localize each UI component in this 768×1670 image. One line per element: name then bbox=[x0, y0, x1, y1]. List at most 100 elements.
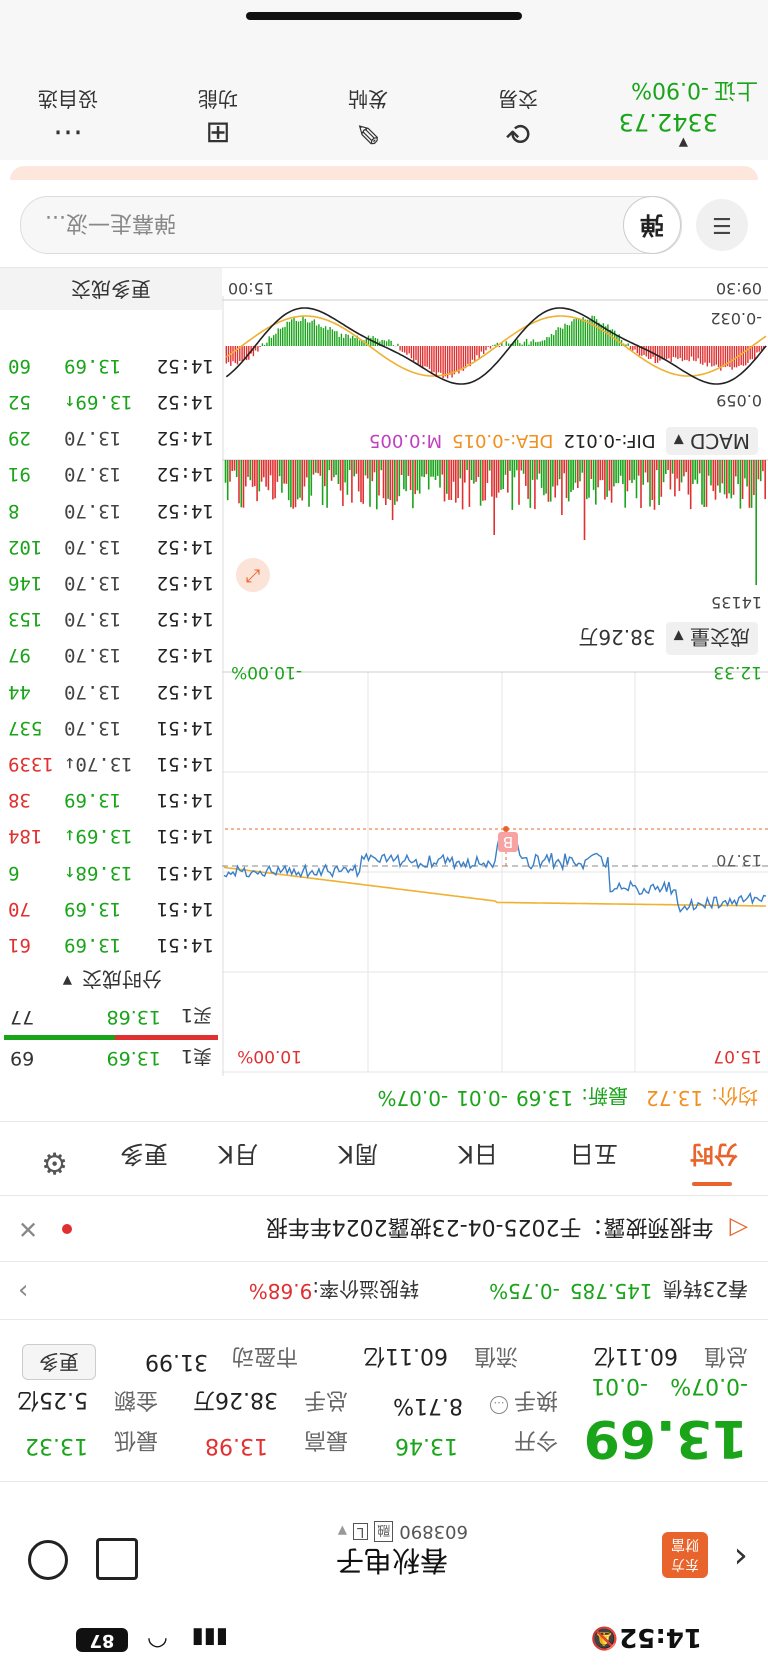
trade-price: 13.70 bbox=[64, 572, 122, 594]
index-widget[interactable]: ▼ 3342.73 上证 -0.90% bbox=[598, 76, 758, 150]
trade-volume: 44 bbox=[8, 680, 31, 703]
volume-bar bbox=[405, 460, 407, 492]
nav-watchlist[interactable]: ⋯ 设自选 bbox=[8, 86, 128, 150]
trade-time: 14:52 bbox=[156, 572, 214, 594]
nav-post[interactable]: ✎ 发帖 bbox=[308, 86, 428, 150]
volume-bar bbox=[507, 460, 509, 493]
volume-bar bbox=[753, 460, 755, 496]
info-icon[interactable]: … bbox=[490, 1396, 508, 1414]
back-arrow-icon[interactable]: ‹ bbox=[734, 1537, 748, 1578]
volume-bar bbox=[441, 460, 444, 475]
trades-header[interactable]: 分时成交 ▼ bbox=[0, 963, 222, 999]
volume-value: 38.26万 bbox=[193, 1387, 278, 1412]
volume-bar bbox=[622, 460, 624, 485]
volume-bar bbox=[376, 460, 378, 510]
volume-bar bbox=[755, 460, 757, 585]
nav-trade[interactable]: ⟳ 交易 bbox=[458, 86, 578, 150]
volume-bar bbox=[312, 460, 315, 475]
volume-bar bbox=[235, 460, 238, 478]
trade-volume: 60 bbox=[8, 354, 31, 377]
comment-list-icon[interactable]: ☰ bbox=[696, 199, 748, 251]
dropdown-icon[interactable]: ▼ bbox=[338, 1525, 347, 1539]
volume-bar bbox=[581, 460, 584, 473]
time-start: 09:30 bbox=[715, 279, 762, 298]
nav-function[interactable]: ⊞ 功能 bbox=[158, 86, 278, 150]
volume-bar bbox=[412, 460, 414, 509]
convertible-row[interactable]: 春23转债 145.785 -0.75% 转股溢价率: 9.68% › bbox=[18, 1266, 748, 1316]
volume-bar bbox=[418, 460, 421, 494]
trade-row: 14:51 13.69 38 bbox=[4, 782, 214, 818]
volume-bar bbox=[637, 460, 640, 476]
volume-bar bbox=[750, 460, 753, 508]
trade-volume: 184 bbox=[8, 825, 43, 848]
volume-bar bbox=[292, 460, 294, 509]
tab-week-k[interactable]: 周K bbox=[338, 1139, 378, 1174]
volume-bar bbox=[762, 460, 764, 472]
volume-bar bbox=[351, 460, 353, 503]
volume-bar bbox=[283, 460, 285, 484]
settings-icon[interactable]: ⚙ bbox=[41, 1145, 68, 1180]
volume-bar bbox=[626, 460, 629, 492]
trade-time: 14:52 bbox=[156, 608, 214, 631]
tab-intraday[interactable]: 分时 bbox=[690, 1139, 738, 1174]
volume-bar bbox=[647, 460, 649, 483]
status-time: 14:52 bbox=[619, 1622, 702, 1652]
volume-bar bbox=[362, 460, 364, 504]
cb-price: 145.785 bbox=[569, 1279, 653, 1303]
volume-bar bbox=[660, 460, 663, 497]
more-trades-button[interactable]: 更多成交 bbox=[0, 268, 222, 310]
volume-bar bbox=[525, 460, 527, 486]
volume-bar bbox=[369, 460, 371, 507]
volume-indicator-select[interactable]: 成交量 ▾ bbox=[665, 622, 758, 655]
volume-bar bbox=[726, 460, 728, 499]
volume-bar bbox=[344, 460, 346, 483]
volume-bar bbox=[423, 460, 425, 478]
trade-time: 14:51 bbox=[156, 716, 214, 739]
tab-more[interactable]: 更多 bbox=[120, 1139, 168, 1174]
volume-bar bbox=[561, 460, 563, 515]
trade-price: 13.69 bbox=[64, 934, 122, 956]
more-button[interactable]: 更多 bbox=[22, 1344, 96, 1380]
intraday-chart[interactable] bbox=[222, 296, 768, 1076]
chart-tabs: 分时 五日 日K 周K 月K 更多 ⚙ bbox=[0, 1124, 768, 1194]
dea-value: DEA:-0.015 bbox=[452, 430, 554, 452]
macd-indicator-select[interactable]: MACD ▾ bbox=[665, 427, 758, 455]
trade-volume: 6 bbox=[8, 861, 20, 884]
danmu-toggle[interactable]: 弹 bbox=[623, 196, 681, 254]
volume-bar bbox=[721, 460, 724, 484]
close-icon[interactable]: ✕ bbox=[18, 1215, 38, 1243]
buy-sell-ratio-bar bbox=[4, 1035, 218, 1040]
tab-day-k[interactable]: 日K bbox=[458, 1139, 498, 1174]
notice-bar[interactable]: ◁ 年报预披露：于2025-04-23披露2024年年报 ✕ bbox=[18, 1200, 748, 1258]
ref-price-label: 13.70 bbox=[716, 851, 762, 870]
price-axis-top: 15.07 bbox=[713, 1046, 762, 1066]
trade-time: 14:52 bbox=[156, 680, 214, 703]
volume-bar bbox=[746, 460, 748, 487]
trade-row: 14:52 13.69 60 bbox=[4, 348, 214, 384]
expand-icon[interactable] bbox=[96, 1538, 138, 1580]
volume-bar bbox=[610, 460, 613, 503]
volume-bar bbox=[267, 460, 270, 491]
volume-bar bbox=[353, 460, 355, 477]
trade-price: 13.70 bbox=[64, 680, 122, 703]
volume-bar bbox=[649, 460, 651, 507]
volume-bar bbox=[656, 460, 658, 471]
volume-bar bbox=[452, 460, 455, 482]
tab-five-day[interactable]: 五日 bbox=[570, 1139, 618, 1174]
volume-bar bbox=[613, 460, 615, 487]
comment-input[interactable]: 弹 弹幕走一波... bbox=[20, 196, 682, 254]
fullscreen-icon[interactable]: ⤢ bbox=[236, 558, 270, 592]
volume-bar bbox=[543, 460, 545, 496]
search-icon[interactable] bbox=[28, 1540, 68, 1580]
volume-bar bbox=[330, 460, 333, 481]
trade-row: 14:52 13.70 29 bbox=[4, 420, 214, 456]
chart-header: 均价: 13.72 最新: 13.69 -0.01 -0.07% bbox=[377, 1078, 758, 1118]
volume-bar bbox=[504, 460, 507, 475]
tab-month-k[interactable]: 月K bbox=[218, 1139, 258, 1174]
mute-icon: 🔕 bbox=[590, 1625, 618, 1650]
volume-bar bbox=[669, 460, 672, 490]
volume-bar bbox=[357, 460, 360, 492]
trade-row: 14:52 13.69↑ 52 bbox=[4, 384, 214, 420]
trade-volume: 102 bbox=[8, 535, 43, 558]
volume-bar bbox=[457, 460, 459, 499]
